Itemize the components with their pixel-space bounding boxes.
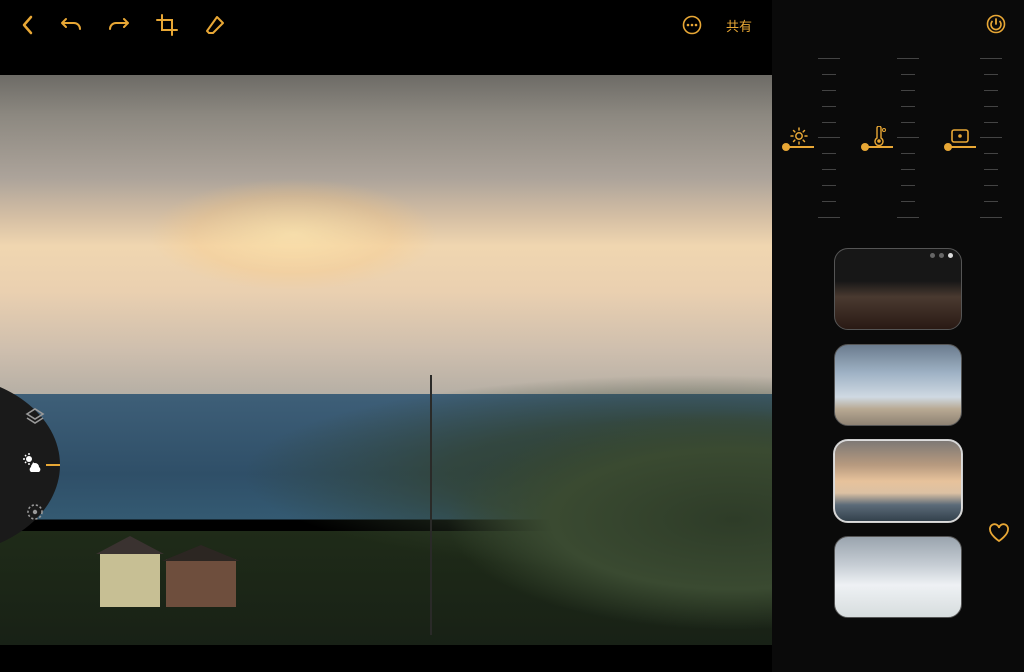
sky-presets bbox=[772, 248, 1024, 672]
more-options-button[interactable] bbox=[682, 15, 702, 35]
top-toolbar: 共有 bbox=[0, 0, 772, 50]
temperature-slider[interactable] bbox=[893, 58, 923, 218]
preset-pagination-dots bbox=[930, 253, 953, 258]
crop-button[interactable] bbox=[156, 14, 178, 36]
sliders-row bbox=[772, 48, 1024, 228]
side-panel bbox=[772, 0, 1024, 672]
share-button[interactable]: 共有 bbox=[726, 16, 752, 35]
preset-golden-clouds[interactable] bbox=[834, 440, 962, 522]
power-button[interactable] bbox=[986, 14, 1006, 39]
preset-dusk-dark[interactable] bbox=[834, 248, 962, 330]
frame-slider-group bbox=[950, 58, 1006, 218]
preset-blue-sky[interactable] bbox=[834, 344, 962, 426]
frame-slider[interactable] bbox=[976, 58, 1006, 218]
brightness-slider[interactable] bbox=[814, 58, 844, 218]
photo-pole bbox=[430, 375, 432, 635]
canvas-area bbox=[0, 75, 772, 672]
temperature-slider-group bbox=[871, 58, 923, 218]
sky-weather-icon[interactable] bbox=[22, 452, 46, 479]
back-button[interactable] bbox=[20, 15, 34, 35]
photo-foreground bbox=[100, 532, 250, 607]
time-exposure-icon[interactable] bbox=[24, 501, 46, 528]
toolbar-left-group bbox=[20, 14, 226, 36]
toolbar-right-group: 共有 bbox=[682, 15, 752, 35]
layers-adjust-icon[interactable] bbox=[24, 403, 46, 430]
favorite-button[interactable] bbox=[988, 523, 1010, 548]
edited-photo[interactable] bbox=[0, 75, 772, 645]
brightness-slider-group bbox=[790, 58, 844, 218]
preset-overcast-bright[interactable] bbox=[834, 536, 962, 618]
erase-button[interactable] bbox=[204, 14, 226, 36]
undo-button[interactable] bbox=[60, 16, 82, 34]
redo-button[interactable] bbox=[108, 16, 130, 34]
